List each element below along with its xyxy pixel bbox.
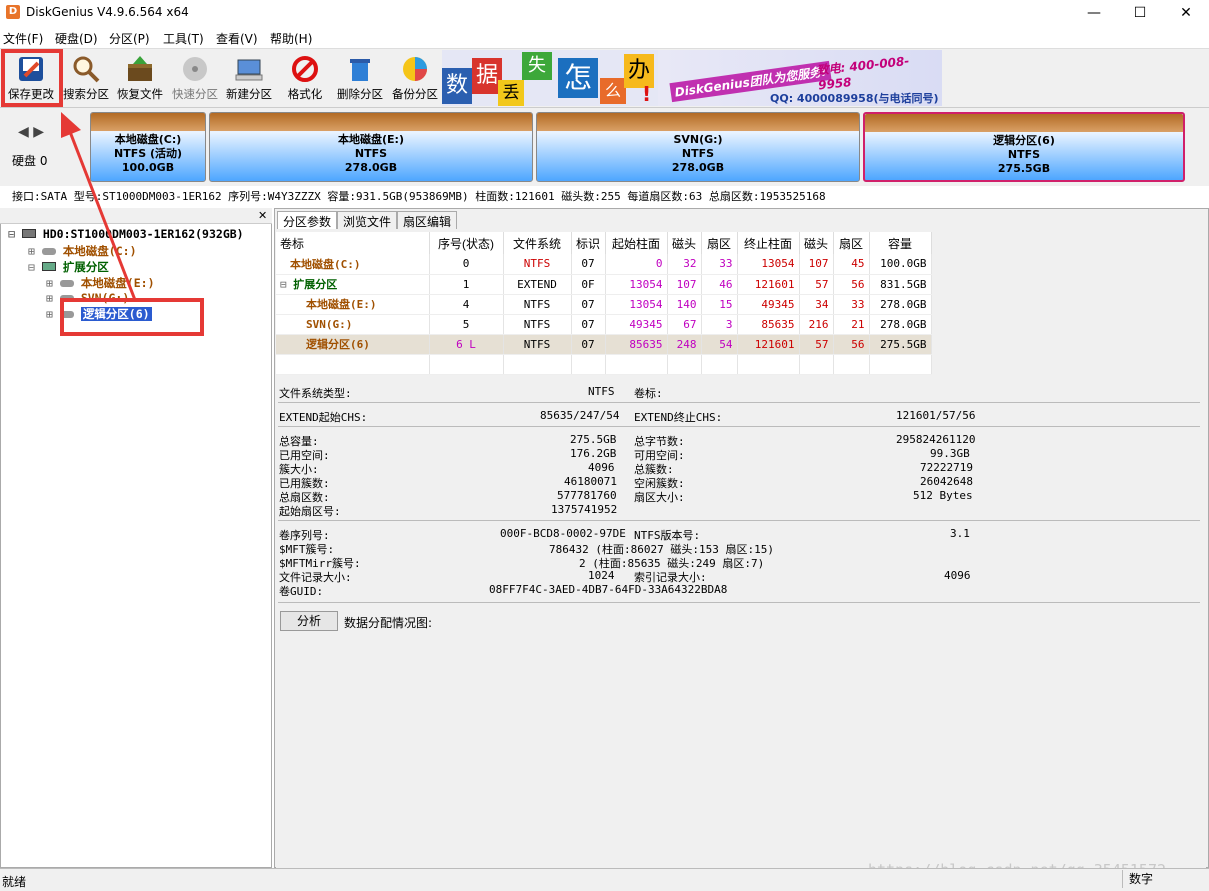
- col-header[interactable]: 磁头: [799, 232, 834, 254]
- trash-icon: [350, 59, 370, 81]
- col-header[interactable]: 标识: [571, 232, 606, 254]
- table-row[interactable]: 本地磁盘(E:) 4 NTFS 07 13054 140 15 49345 34 33 278.0G…: [276, 294, 932, 315]
- maximize-icon[interactable]: ☐: [1117, 0, 1163, 26]
- delete-partition-button[interactable]: 删除分区: [333, 50, 387, 106]
- backup-icon: [403, 57, 427, 81]
- app-icon: D: [6, 5, 20, 19]
- detail-value: 275.5GB: [570, 433, 617, 446]
- close-icon[interactable]: ✕: [1163, 0, 1209, 26]
- partition-block-logical6[interactable]: 逻辑分区(6) NTFS 275.5GB: [863, 112, 1185, 182]
- detail-label: 卷GUID:: [279, 585, 324, 598]
- detail-label: 起始扇区号:: [279, 505, 341, 518]
- col-header[interactable]: 序号(状态): [429, 232, 504, 254]
- fs-type-label: 文件系统类型:: [279, 387, 352, 400]
- col-header[interactable]: 卷标: [276, 232, 430, 254]
- extend-end-label: EXTEND终止CHS:: [634, 411, 723, 424]
- format-icon: [292, 56, 318, 82]
- detail-value: 72222719: [920, 461, 973, 474]
- detail-value: 1024: [588, 569, 615, 582]
- tab-partition-params[interactable]: 分区参数: [277, 211, 338, 229]
- volume-label-label: 卷标:: [634, 387, 663, 400]
- detail-value: 1375741952: [551, 503, 618, 516]
- banner-char: 丢: [498, 80, 524, 106]
- magnifier-icon: [73, 56, 100, 83]
- detail-value: 512 Bytes: [913, 489, 973, 502]
- detail-value: 000F-BCD8-0002-97DE: [500, 527, 626, 540]
- extend-start-label: EXTEND起始CHS:: [279, 411, 368, 424]
- menu-disk[interactable]: 硬盘(D): [55, 30, 98, 47]
- close-icon[interactable]: ✕: [258, 209, 267, 222]
- col-header[interactable]: 起始柱面: [605, 232, 668, 254]
- partition-icon: [41, 248, 56, 255]
- banner-char: 么: [600, 78, 626, 104]
- col-header[interactable]: 磁头: [667, 232, 702, 254]
- table-row-empty: [276, 354, 932, 375]
- detail-value: 46180071: [564, 475, 617, 488]
- menu-help[interactable]: 帮助(H): [270, 30, 312, 47]
- extend-end-value: 121601/57/56: [896, 409, 976, 422]
- detail-label: NTFS版本号:: [634, 529, 701, 542]
- detail-value: 577781760: [557, 489, 617, 502]
- fs-type-value: NTFS: [588, 385, 615, 398]
- tab-browse-files[interactable]: 浏览文件: [337, 211, 398, 229]
- partition-block-g[interactable]: SVN(G:) NTFS 278.0GB: [536, 112, 860, 182]
- table-row[interactable]: SVN(G:) 5 NTFS 07 49345 67 3 85635 216 21 278.0GB: [276, 314, 932, 335]
- banner-qq: QQ: 4000089958(与电话同号): [770, 92, 939, 105]
- extended-partition-icon: [41, 262, 56, 271]
- status-text: 就绪: [2, 875, 27, 889]
- disk-nav-arrows[interactable]: ◀ ▶: [18, 124, 44, 140]
- new-partition-icon: [235, 59, 263, 81]
- minimize-icon[interactable]: —: [1071, 0, 1117, 26]
- tab-sector-edit[interactable]: 扇区编辑: [397, 211, 458, 229]
- col-header[interactable]: 扇区: [833, 232, 870, 254]
- detail-label: 扇区大小:: [634, 491, 685, 504]
- banner-char: 失: [522, 52, 552, 80]
- table-row[interactable]: 本地磁盘(C:) 0 NTFS 07 0 32 33 13054 107 45 100.0GB: [276, 254, 932, 275]
- col-header[interactable]: 终止柱面: [737, 232, 800, 254]
- detail-value: 295824261120: [896, 433, 976, 446]
- table-row-selected[interactable]: 逻辑分区(6) 6 L NTFS 07 85635 248 54 121601 57 56 275.…: [276, 334, 932, 355]
- banner-char: !: [642, 82, 652, 106]
- annotation-box: [1, 49, 63, 107]
- analyze-button[interactable]: 分析: [280, 611, 338, 631]
- menu-file[interactable]: 文件(F): [3, 30, 43, 47]
- banner-char: 数: [442, 68, 472, 104]
- menu-view[interactable]: 查看(V): [216, 30, 258, 47]
- quick-partition-button[interactable]: 快速分区: [168, 50, 222, 106]
- status-bar: [0, 868, 1209, 891]
- partition-block-e[interactable]: 本地磁盘(E:) NTFS 278.0GB: [209, 112, 533, 182]
- format-button[interactable]: 格式化: [278, 50, 332, 106]
- detail-value: 176.2GB: [570, 447, 617, 460]
- disk-icon: [21, 229, 36, 238]
- table-row[interactable]: ⊟ 扩展分区 1 EXTEND 0F 13054 107 46 121601 57 56 831.5…: [276, 274, 932, 295]
- extend-start-value: 85635/247/54: [540, 409, 620, 422]
- detail-value: 4096: [588, 461, 615, 474]
- detail-value: 99.3GB: [930, 447, 970, 460]
- recover-files-button[interactable]: 恢复文件: [113, 50, 167, 106]
- recover-box-icon: [128, 56, 152, 81]
- detail-value: 3.1: [950, 527, 970, 540]
- col-header[interactable]: 文件系统: [503, 232, 572, 254]
- data-allocation-label: 数据分配情况图:: [344, 616, 433, 630]
- menu-partition[interactable]: 分区(P): [109, 30, 150, 47]
- numlock-indicator: 数字: [1122, 870, 1162, 888]
- detail-label: 索引记录大小:: [634, 571, 707, 584]
- new-partition-button[interactable]: 新建分区: [222, 50, 276, 106]
- backup-partition-button[interactable]: 备份分区: [388, 50, 442, 106]
- partition-table: 卷标 序号(状态) 文件系统 标识 起始柱面 磁头 扇区 终止柱面 磁头 扇区 …: [276, 232, 932, 375]
- banner-char: 怎: [558, 58, 598, 98]
- detail-value: 26042648: [920, 475, 973, 488]
- menu-tools[interactable]: 工具(T): [163, 30, 204, 47]
- col-header[interactable]: 扇区: [701, 232, 738, 254]
- search-partition-button[interactable]: 搜索分区: [59, 50, 113, 106]
- window-title: DiskGenius V4.9.6.564 x64: [26, 5, 189, 19]
- col-header[interactable]: 容量: [869, 232, 932, 254]
- disk-icon: [183, 57, 207, 81]
- detail-value: 4096: [944, 569, 971, 582]
- disk-label: 硬盘 0: [12, 154, 48, 168]
- annotation-arrow: [61, 112, 137, 301]
- ad-banner[interactable]: 数 据 丢 失 怎 么 办 ! DiskGenius团队为您服务! 致电: 40…: [442, 50, 942, 106]
